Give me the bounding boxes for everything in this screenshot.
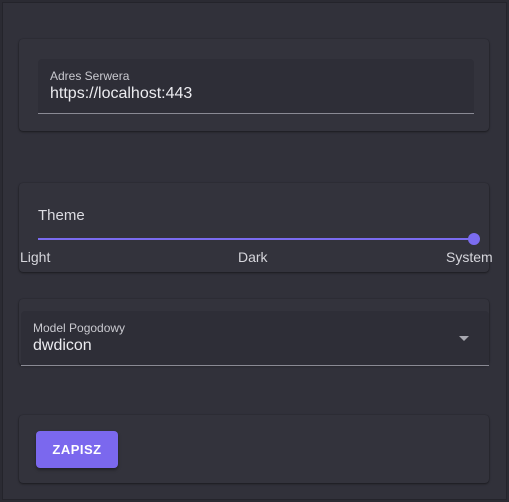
model-card: Model Pogodowy dwdicon	[19, 299, 489, 366]
theme-slider-track[interactable]	[38, 238, 474, 240]
theme-card: Theme Light Dark System	[19, 183, 493, 272]
theme-slider-thumb[interactable]	[468, 233, 480, 245]
theme-option-dark[interactable]: Dark	[238, 249, 268, 265]
chevron-down-icon[interactable]	[459, 336, 469, 341]
save-card: ZAPISZ	[19, 415, 489, 483]
theme-option-light[interactable]: Light	[20, 249, 50, 265]
theme-option-system[interactable]: System	[446, 249, 493, 265]
server-address-field[interactable]: Adres Serwera https://localhost:443	[38, 59, 474, 114]
theme-title: Theme	[38, 207, 85, 224]
save-button[interactable]: ZAPISZ	[36, 431, 118, 468]
server-card: Adres Serwera https://localhost:443	[19, 39, 489, 131]
settings-window: Adres Serwera https://localhost:443 Them…	[2, 2, 507, 500]
server-address-label: Adres Serwera	[50, 69, 130, 83]
server-address-input[interactable]: https://localhost:443	[50, 85, 192, 103]
weather-model-select[interactable]: Model Pogodowy dwdicon	[21, 311, 489, 366]
weather-model-label: Model Pogodowy	[33, 321, 126, 335]
weather-model-value: dwdicon	[33, 337, 92, 354]
